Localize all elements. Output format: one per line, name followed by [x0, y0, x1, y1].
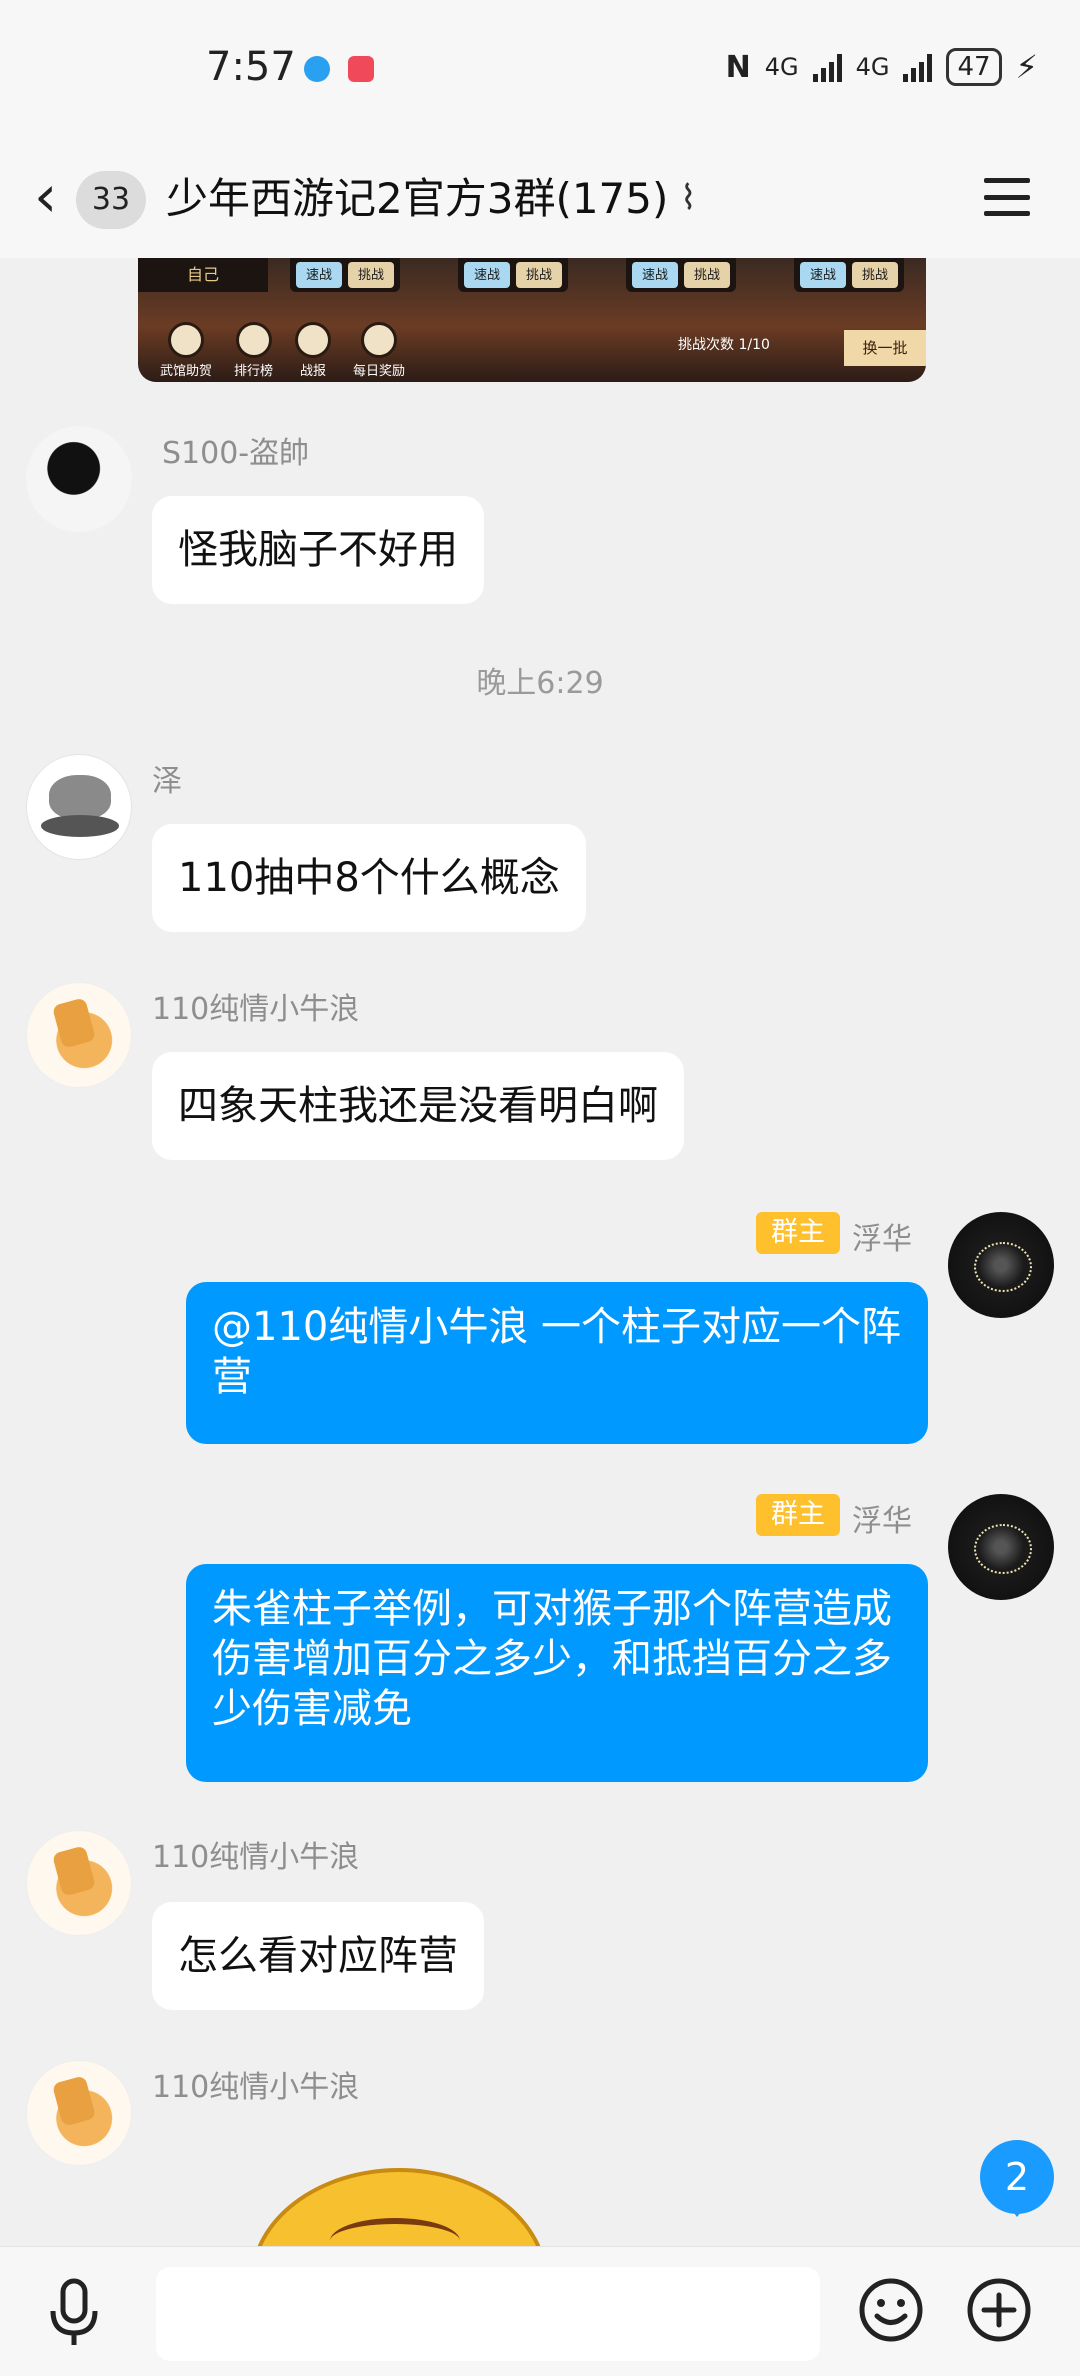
charging-icon: ⚡ — [1015, 48, 1038, 86]
message-bubble[interactable]: 怎么看对应阵营 — [152, 1902, 484, 2010]
sender-name: 110纯情小牛浪 — [152, 1840, 360, 1875]
avatar[interactable] — [26, 982, 132, 1088]
game-icon: 每日奖励 — [353, 322, 405, 379]
message-bubble[interactable]: @110纯情小牛浪 一个柱子对应一个阵营 — [186, 1282, 928, 1444]
avatar[interactable] — [26, 426, 132, 532]
status-time: 7:57 — [206, 44, 296, 90]
game-speed-label: 速战 — [464, 262, 511, 288]
game-icon-row: 武馆助贺 排行榜 战报 每日奖励 — [160, 322, 405, 379]
game-tag-group: 速战 挑战 — [794, 258, 905, 292]
ear-icon[interactable]: ⌇ — [680, 178, 697, 218]
sender-name: 浮华 — [852, 1222, 912, 1257]
game-icon: 战报 — [295, 322, 332, 379]
back-icon[interactable]: ‹ — [34, 166, 74, 226]
game-challenge-label: 挑战 — [348, 262, 395, 288]
avatar[interactable] — [948, 1494, 1054, 1600]
owner-badge: 群主 — [756, 1494, 840, 1536]
game-icon: 排行榜 — [234, 322, 273, 379]
game-speed-label: 速战 — [296, 262, 343, 288]
game-challenge-label: 挑战 — [684, 262, 731, 288]
message-bubble[interactable]: 怪我脑子不好用 — [152, 496, 484, 604]
status-bar: 7:57 N 4G 4G 47 ⚡ — [0, 0, 1080, 140]
plus-icon[interactable] — [966, 2277, 1032, 2343]
avatar[interactable] — [26, 1830, 132, 1936]
game-speed-label: 速战 — [800, 262, 847, 288]
game-tag-group: 速战 挑战 — [290, 258, 401, 292]
book-notification-icon — [348, 56, 374, 82]
sender-name: 泽 — [152, 764, 182, 799]
network-1-label: 4G — [764, 53, 799, 81]
app-notification-icon — [304, 56, 330, 82]
avatar[interactable] — [948, 1212, 1054, 1318]
menu-icon[interactable] — [984, 172, 1030, 222]
sender-name: S100-盗帥 — [162, 436, 310, 471]
game-challenge-count: 挑战次数 1/10 — [678, 337, 770, 353]
avatar[interactable] — [26, 754, 132, 860]
owner-badge: 群主 — [756, 1212, 840, 1254]
sender-name: 浮华 — [852, 1504, 912, 1539]
signal-1-icon — [812, 52, 842, 82]
input-bar — [0, 2246, 1080, 2376]
shared-game-image[interactable]: 自己 速战 挑战 速战 挑战 速战 挑战 速战 挑战 武馆助贺 排行榜 战报 每… — [138, 258, 926, 382]
game-tag-group: 速战 挑战 — [626, 258, 737, 292]
message-bubble[interactable]: 四象天柱我还是没看明白啊 — [152, 1052, 684, 1160]
sender-name: 110纯情小牛浪 — [152, 2070, 360, 2105]
nfc-icon: N — [725, 49, 751, 85]
network-2-label: 4G — [855, 53, 890, 81]
message-bubble[interactable]: 朱雀柱子举例，可对猴子那个阵营造成伤害增加百分之多少，和抵挡百分之多少伤害减免 — [186, 1564, 928, 1782]
game-self-tab: 自己 — [138, 258, 268, 292]
sender-name: 110纯情小牛浪 — [152, 992, 360, 1027]
message-input[interactable] — [156, 2267, 820, 2361]
unread-count-badge[interactable]: 33 — [76, 171, 146, 229]
game-speed-label: 速战 — [632, 262, 679, 288]
signal-2-icon — [903, 52, 933, 82]
game-refresh-label: 换一批 — [844, 330, 926, 366]
status-indicators: N 4G 4G 47 ⚡ — [726, 48, 1038, 86]
sticker-image[interactable] — [250, 2168, 540, 2248]
battery-icon: 47 — [946, 48, 1002, 86]
game-challenge-label: 挑战 — [852, 262, 899, 288]
mic-icon[interactable] — [44, 2277, 104, 2349]
game-tag-group: 速战 挑战 — [458, 258, 569, 292]
avatar[interactable] — [26, 2060, 132, 2166]
chat-header: ‹ 33 少年西游记2官方3群(175) ⌇ — [0, 140, 1080, 258]
game-challenge-label: 挑战 — [516, 262, 563, 288]
group-title[interactable]: 少年西游记2官方3群(175) — [166, 168, 668, 230]
timestamp: 晚上6:29 — [476, 666, 604, 701]
emoji-icon[interactable] — [858, 2277, 924, 2343]
new-messages-badge[interactable]: 2 — [980, 2140, 1054, 2217]
game-icon: 武馆助贺 — [160, 322, 212, 379]
message-bubble[interactable]: 110抽中8个什么概念 — [152, 824, 586, 932]
